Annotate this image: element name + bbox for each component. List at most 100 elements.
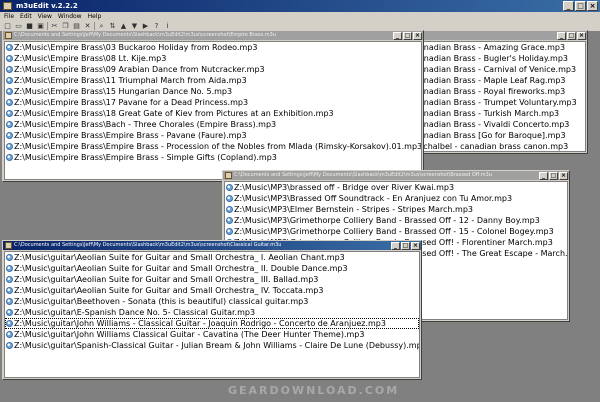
music-note-icon: [6, 320, 13, 327]
menu-help[interactable]: Help: [88, 12, 102, 21]
minimize-button[interactable]: _: [539, 171, 548, 180]
list-item[interactable]: Z:\Music\Empire Brass\Bach - Three Chora…: [5, 119, 421, 130]
playlist-list[interactable]: Z:\Music\guitar\Aeolian Suite for Guitar…: [4, 251, 420, 378]
copy-icon[interactable]: ❐: [61, 22, 70, 30]
list-item[interactable]: Z:\Music\guitar\Aeolian Suite for Guitar…: [5, 285, 419, 296]
maximize-button[interactable]: □: [567, 31, 576, 40]
about-icon[interactable]: i: [163, 22, 172, 30]
close-button[interactable]: ×: [587, 1, 598, 11]
music-note-icon: [226, 184, 233, 191]
find-icon[interactable]: ⌕: [97, 22, 106, 30]
music-note-icon: [226, 195, 233, 202]
menu-view[interactable]: View: [38, 12, 52, 21]
save-icon[interactable]: ■: [25, 22, 34, 30]
music-note-icon: [6, 254, 13, 261]
open-icon[interactable]: ▭: [14, 22, 23, 30]
playlist-icon: [5, 32, 12, 39]
music-note-icon: [6, 88, 13, 95]
window-title: C:\Documents and Settings\Jeff\My Docume…: [234, 172, 493, 178]
minimize-button[interactable]: _: [391, 241, 400, 250]
music-note-icon: [6, 99, 13, 106]
list-item[interactable]: Z:\Music\MP3\brassed off - Bridge over R…: [225, 182, 567, 193]
paste-icon[interactable]: ▤: [72, 22, 81, 30]
sort-icon[interactable]: ⇅: [108, 22, 117, 30]
new-icon[interactable]: □: [3, 22, 12, 30]
menu-bar: File Edit View Window Help: [0, 12, 600, 21]
list-item[interactable]: Z:\Music\Empire Brass\03 Buckaroo Holida…: [5, 42, 421, 53]
app-titlebar[interactable]: m3uEdit v.2.2.2 _ □ ×: [0, 0, 600, 12]
minimize-button[interactable]: _: [563, 1, 574, 11]
move-down-icon[interactable]: ▼: [130, 22, 139, 30]
list-item[interactable]: Z:\Music\Empire Brass\09 Arabian Dance f…: [5, 64, 421, 75]
maximize-button[interactable]: □: [401, 241, 410, 250]
minimize-button[interactable]: _: [557, 31, 566, 40]
playlist-icon: [5, 242, 12, 249]
music-note-icon: [6, 298, 13, 305]
playlist-list[interactable]: Z:\Music\Empire Brass\03 Buckaroo Holida…: [4, 41, 422, 180]
window-titlebar[interactable]: C:\Documents and Settings\Jeff\My Docume…: [223, 171, 569, 180]
list-item[interactable]: Z:\Music\guitar\Aeolian Suite for Guitar…: [5, 263, 419, 274]
close-button[interactable]: ×: [411, 241, 420, 250]
app-icon: [3, 2, 12, 10]
music-note-icon: [6, 265, 13, 272]
list-item[interactable]: Z:\Music\guitar\E-Spanish Dance No. 5- C…: [5, 307, 419, 318]
maximize-button[interactable]: □: [549, 171, 558, 180]
maximize-button[interactable]: □: [575, 1, 586, 11]
window-title: C:\Documents and Settings\Jeff\My Docume…: [14, 32, 277, 38]
playlist-window-classical-guitar[interactable]: C:\Documents and Settings\Jeff\My Docume…: [2, 240, 422, 380]
list-item[interactable]: Z:\Music\Empire Brass\11 Triumphal March…: [5, 75, 421, 86]
toolbar-separator: [94, 22, 95, 30]
save-all-icon[interactable]: ▣: [36, 22, 45, 30]
maximize-button[interactable]: □: [403, 31, 412, 40]
window-titlebar[interactable]: C:\Documents and Settings\Jeff\My Docume…: [3, 241, 421, 250]
cut-icon[interactable]: ✂: [50, 22, 59, 30]
list-item[interactable]: Z:\Music\Empire Brass\15 Hungarian Dance…: [5, 86, 421, 97]
close-button[interactable]: ×: [577, 31, 586, 40]
help-icon[interactable]: ?: [152, 22, 161, 30]
music-note-icon: [6, 143, 13, 150]
list-item[interactable]: Z:\Music\Empire Brass\18 Great Gate of K…: [5, 108, 421, 119]
list-item[interactable]: Z:\Music\Empire Brass\Empire Brass - Sim…: [5, 152, 421, 163]
close-button[interactable]: ×: [559, 171, 568, 180]
window-title: C:\Documents and Settings\Jeff\My Docume…: [14, 242, 282, 248]
music-note-icon: [6, 121, 13, 128]
window-titlebar[interactable]: C:\Documents and Settings\Jeff\My Docume…: [3, 31, 423, 40]
menu-edit[interactable]: Edit: [20, 12, 32, 21]
list-item[interactable]: Z:\Music\MP3\Grimethorpe Colliery Band -…: [225, 226, 567, 237]
list-item[interactable]: Z:\Music\guitar\Beethoven - Sonata (this…: [5, 296, 419, 307]
delete-icon[interactable]: ✕: [83, 22, 92, 30]
list-item[interactable]: Z:\Music\MP3\Grimethorpe Colliery Band -…: [225, 215, 567, 226]
list-item[interactable]: Z:\Music\MP3\Brassed Off Soundtrack - En…: [225, 193, 567, 204]
toolbar-separator: [47, 22, 48, 30]
menu-window[interactable]: Window: [58, 12, 82, 21]
list-item[interactable]: Z:\Music\Empire Brass\Empire Brass - Pav…: [5, 130, 421, 141]
music-note-icon: [226, 217, 233, 224]
music-note-icon: [6, 55, 13, 62]
music-note-icon: [6, 66, 13, 73]
music-note-icon: [226, 206, 233, 213]
minimize-button[interactable]: _: [393, 31, 402, 40]
list-item[interactable]: Z:\Music\guitar\John Williams Classical …: [5, 329, 419, 340]
music-note-icon: [6, 44, 13, 51]
list-item[interactable]: Z:\Music\guitar\Spanish-Classical Guitar…: [5, 340, 419, 351]
playlist-window-empire-brass[interactable]: C:\Documents and Settings\Jeff\My Docume…: [2, 30, 424, 182]
music-note-icon: [6, 276, 13, 283]
list-item[interactable]: Z:\Music\guitar\Aeolian Suite for Guitar…: [5, 274, 419, 285]
music-note-icon: [6, 331, 13, 338]
music-note-icon: [6, 154, 13, 161]
move-up-icon[interactable]: ▲: [119, 22, 128, 30]
list-item[interactable]: Z:\Music\Empire Brass\08 Lt. Kije.mp3: [5, 53, 421, 64]
play-icon[interactable]: ▶: [141, 22, 150, 30]
list-item[interactable]: Z:\Music\guitar\Aeolian Suite for Guitar…: [5, 252, 419, 263]
music-note-icon: [6, 132, 13, 139]
list-item[interactable]: Z:\Music\MP3\Elmer Bernstein - Stripes -…: [225, 204, 567, 215]
list-item-selected[interactable]: Z:\Music\guitar\John Williams - Classica…: [5, 318, 419, 329]
music-note-icon: [6, 110, 13, 117]
close-button[interactable]: ×: [413, 31, 422, 40]
menu-file[interactable]: File: [4, 12, 14, 21]
list-item[interactable]: Z:\Music\Empire Brass\Empire Brass - Pro…: [5, 141, 421, 152]
music-note-icon: [6, 309, 13, 316]
list-item[interactable]: Z:\Music\Empire Brass\17 Pavane for a De…: [5, 97, 421, 108]
music-note-icon: [6, 77, 13, 84]
music-note-icon: [6, 287, 13, 294]
